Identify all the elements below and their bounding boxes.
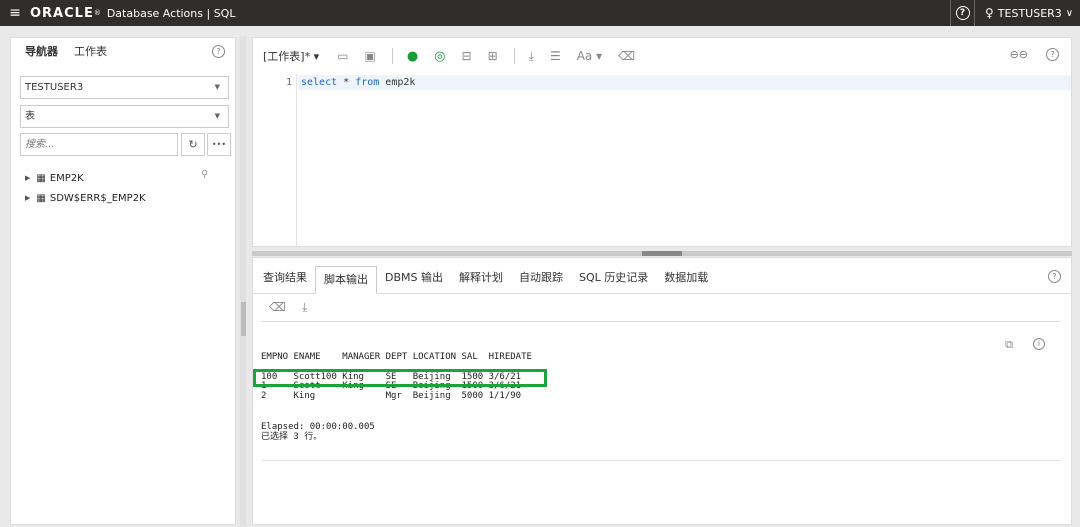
toolbar-divider <box>391 48 393 64</box>
horizontal-splitter[interactable] <box>252 251 1072 256</box>
tab-sql-history[interactable]: SQL 历史记录 <box>571 265 656 293</box>
product-title: Database Actions | SQL <box>106 6 236 20</box>
expand-icon[interactable]: ▶ <box>25 174 30 182</box>
schema-value: TESTUSER3 <box>25 82 84 93</box>
divider <box>261 321 1061 322</box>
script-output-text: EMPNO ENAME MANAGER DEPT LOCATION SAL HI… <box>261 352 532 443</box>
tree-item-label: SDW$ERR$_EMP2K <box>49 192 146 204</box>
binoculars-icon[interactable]: ⊖⊖ <box>1010 48 1028 61</box>
output-toolbar: ⌫ ⤓ <box>269 300 307 315</box>
splitter-handle[interactable] <box>642 251 682 256</box>
top-bar: ≡ ORACLE ® Database Actions | SQL ? ♀ TE… <box>0 0 1080 26</box>
oracle-logo[interactable]: ORACLE <box>30 6 94 21</box>
highlight-annotation-box <box>253 369 547 387</box>
user-name: TESTUSER3 <box>997 6 1062 20</box>
keyword-from: from <box>355 77 380 88</box>
editor-help-icon[interactable]: ? <box>1046 48 1059 61</box>
splitter-handle[interactable] <box>241 302 246 336</box>
output-right-tools: ⧉ i <box>1005 338 1045 352</box>
user-menu[interactable]: ♀ TESTUSER3 ∨ <box>974 0 1080 26</box>
tree-item-sdw-err-emp2k[interactable]: ▶ ▦ SDW$ERR$_EMP2K <box>25 188 146 208</box>
divider <box>261 460 1061 461</box>
toolbar-divider <box>513 48 515 64</box>
download-icon[interactable]: ⤓ <box>529 49 534 64</box>
worksheet-name-label: [工作表]* <box>263 50 311 63</box>
tree-item-emp2k[interactable]: ▶ ▦ EMP2K <box>25 168 146 188</box>
rows-selected: 已选择 3 行。 <box>261 431 323 442</box>
tree-item-label: EMP2K <box>49 172 84 184</box>
tab-explain-plan[interactable]: 解释计划 <box>451 265 511 293</box>
tab-query-result[interactable]: 查询结果 <box>255 265 315 293</box>
tab-worksheets[interactable]: 工作表 <box>66 38 115 66</box>
tab-script-output[interactable]: 脚本输出 <box>315 266 377 294</box>
registered-mark: ® <box>93 9 101 17</box>
tab-navigator[interactable]: 导航器 <box>17 38 66 66</box>
result-row: 2 King Mgr Beijing 5000 1/1/90 <box>261 390 522 401</box>
output-tabs: 查询结果 脚本输出 DBMS 输出 解释计划 自动跟踪 SQL 历史记录 数据加… <box>253 258 1071 294</box>
object-type-value: 表 <box>25 111 35 122</box>
clear-output-icon[interactable]: ⌫ <box>269 300 286 315</box>
run-statement-icon[interactable]: ● <box>407 49 418 64</box>
navigator-panel: 导航器 工作表 ? TESTUSER3 ▼ 表 ▼ 搜索... ↻ ••• ▶ … <box>10 37 236 525</box>
keyword-select: select <box>301 77 338 88</box>
more-icon: ••• <box>211 140 227 149</box>
user-icon: ♀ <box>985 6 994 20</box>
search-input[interactable]: 搜索... <box>20 133 178 156</box>
help-button[interactable]: ? <box>950 0 974 26</box>
output-help-icon[interactable]: ? <box>1048 270 1061 283</box>
table-icon: ▦ <box>36 172 46 184</box>
object-type-select[interactable]: 表 ▼ <box>20 105 229 128</box>
tab-data-load[interactable]: 数据加载 <box>656 265 716 293</box>
run-script-icon[interactable]: ◎ <box>434 49 445 64</box>
chevron-down-icon: ▼ <box>214 83 220 91</box>
object-tree: ▶ ▦ EMP2K ▶ ▦ SDW$ERR$_EMP2K <box>25 168 146 208</box>
code-text: * <box>337 77 356 88</box>
sql-code[interactable]: select * from emp2k <box>301 77 415 88</box>
help-icon: ? <box>955 6 970 20</box>
explain-plan-icon[interactable]: ⊟ <box>462 49 472 63</box>
vertical-splitter[interactable] <box>240 36 246 526</box>
worksheet-name[interactable]: [工作表]* ▾ <box>263 48 319 64</box>
open-folder-icon[interactable]: ▭ <box>337 49 348 63</box>
result-header: EMPNO ENAME MANAGER DEPT LOCATION SAL HI… <box>261 352 532 362</box>
refresh-icon: ↻ <box>188 138 198 151</box>
table-icon: ▦ <box>36 192 46 204</box>
line-number-gutter: 1 <box>253 74 297 246</box>
worksheet-editor: [工作表]* ▾ ▭ ▣ ● ◎ ⊟ ⊞ ⤓ ☰ Aa ▾ ⌫ ⊖⊖ ? 1 s… <box>252 37 1072 247</box>
download-output-icon[interactable]: ⤓ <box>302 300 307 315</box>
tab-dbms-output[interactable]: DBMS 输出 <box>377 265 451 293</box>
code-text: emp2k <box>379 77 416 88</box>
more-button[interactable]: ••• <box>207 133 231 156</box>
navigator-tabs: 导航器 工作表 ? <box>11 38 235 66</box>
hamburger-menu-icon[interactable]: ≡ <box>0 5 30 21</box>
pin-icon[interactable]: ⚲ <box>201 169 208 180</box>
chevron-down-icon: ∨ <box>1065 7 1074 19</box>
navigator-help-icon[interactable]: ? <box>212 45 225 58</box>
tab-autotrace[interactable]: 自动跟踪 <box>511 265 571 293</box>
output-panel: 查询结果 脚本输出 DBMS 输出 解释计划 自动跟踪 SQL 历史记录 数据加… <box>252 257 1072 525</box>
chevron-down-icon: ▾ <box>313 50 320 63</box>
info-icon[interactable]: i <box>1033 338 1045 350</box>
format-icon[interactable]: ☰ <box>550 49 561 63</box>
line-number: 1 <box>285 77 292 88</box>
autotrace-icon[interactable]: ⊞ <box>488 49 498 63</box>
editor-toolbar: [工作表]* ▾ ▭ ▣ ● ◎ ⊟ ⊞ ⤓ ☰ Aa ▾ ⌫ ⊖⊖ ? <box>253 38 1071 74</box>
copy-icon[interactable]: ⧉ <box>1005 338 1013 352</box>
clear-icon[interactable]: ⌫ <box>618 49 635 63</box>
code-editor[interactable]: 1 select * from emp2k <box>253 74 1071 246</box>
change-case-icon[interactable]: Aa ▾ <box>577 49 602 63</box>
schema-select[interactable]: TESTUSER3 ▼ <box>20 76 229 99</box>
chevron-down-icon: ▼ <box>214 112 220 120</box>
expand-icon[interactable]: ▶ <box>25 194 30 202</box>
save-icon[interactable]: ▣ <box>364 49 375 63</box>
refresh-button[interactable]: ↻ <box>181 133 205 156</box>
